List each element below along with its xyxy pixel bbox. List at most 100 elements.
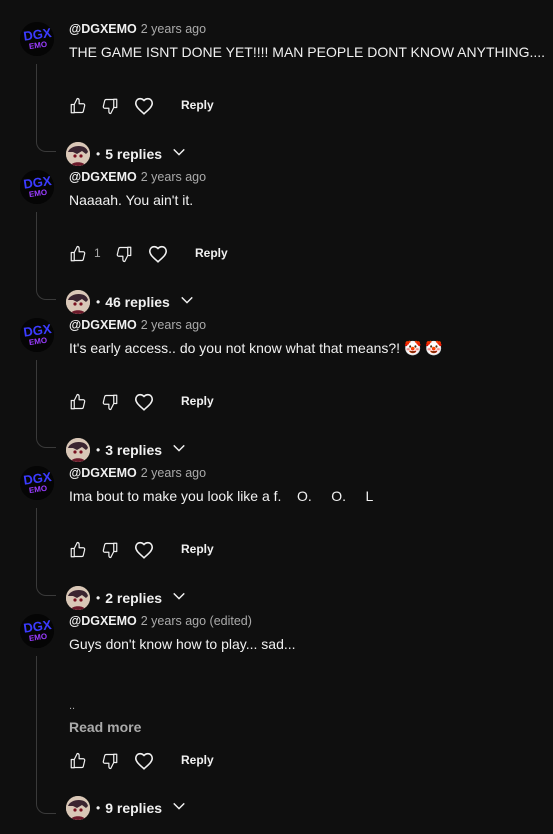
thumbs-down-icon (101, 752, 119, 770)
comment-thread: DGX EMO @DGXEMO 2 years ago It's early acces… (0, 318, 553, 466)
heart-button[interactable] (133, 392, 155, 412)
comment-thread: DGX EMO @DGXEMO 2 years ago Naaaah. You ain'… (0, 170, 553, 318)
thread-connector (36, 656, 56, 814)
author-name[interactable]: @DGXEMO (69, 614, 137, 628)
replies-toggle[interactable]: • 9 replies (66, 796, 188, 820)
reply-button[interactable]: Reply (181, 394, 214, 408)
thumbs-up-icon (69, 752, 87, 770)
replies-count: 2 replies (105, 590, 163, 606)
author-avatar[interactable]: DGX EMO (20, 318, 54, 352)
chevron-down-icon (170, 587, 188, 610)
author-avatar[interactable]: DGX EMO (20, 170, 54, 204)
heart-button[interactable] (133, 540, 155, 560)
heart-icon (147, 243, 169, 265)
thread-connector (36, 360, 56, 448)
replies-toggle[interactable]: • 3 replies (66, 438, 188, 462)
heart-button[interactable] (133, 751, 155, 771)
heart-icon (133, 539, 155, 561)
comment-header: @DGXEMO 2 years ago (edited) (69, 614, 252, 628)
heart-button[interactable] (147, 244, 169, 264)
comment-actions: 1 Reply (69, 244, 269, 264)
replies-count: 46 replies (105, 294, 170, 310)
chevron-down-icon (170, 143, 188, 166)
bullet-separator: • (96, 591, 101, 605)
dislike-button[interactable] (101, 96, 119, 116)
creator-avatar (66, 142, 90, 166)
comment-timestamp[interactable]: 2 years ago (141, 170, 206, 184)
like-button[interactable] (69, 751, 87, 771)
thread-connector (36, 64, 56, 152)
dislike-button[interactable] (101, 540, 119, 560)
comment-actions: Reply (69, 540, 269, 560)
like-button[interactable] (69, 540, 87, 560)
author-avatar[interactable]: DGX EMO (20, 22, 54, 56)
thumbs-up-icon (69, 541, 87, 559)
thread-connector (36, 212, 56, 300)
thumbs-down-icon (101, 541, 119, 559)
heart-button[interactable] (133, 96, 155, 116)
comment-text: It's early access.. do you not know what… (69, 340, 443, 356)
creator-avatar (66, 586, 90, 610)
reply-button[interactable]: Reply (181, 98, 214, 112)
comment-thread: DGX EMO @DGXEMO 2 years ago THE GAME ISNT DO… (0, 22, 553, 170)
like-button[interactable] (69, 392, 87, 412)
comment-header: @DGXEMO 2 years ago (69, 170, 206, 184)
replies-toggle[interactable]: • 2 replies (66, 586, 188, 610)
comment-actions: Reply (69, 392, 269, 412)
read-more-link[interactable]: Read more (69, 719, 141, 735)
author-avatar[interactable]: DGX EMO (20, 614, 54, 648)
reply-button[interactable]: Reply (181, 753, 214, 767)
bullet-separator: • (96, 295, 101, 309)
comment-timestamp[interactable]: 2 years ago (141, 318, 206, 332)
comment-timestamp[interactable]: 2 years ago (141, 22, 206, 36)
text-ellipsis: .. (69, 700, 76, 712)
replies-count: 5 replies (105, 146, 163, 162)
comment-header: @DGXEMO 2 years ago (69, 466, 206, 480)
comment-text: THE GAME ISNT DONE YET!!!! MAN PEOPLE DO… (69, 44, 546, 60)
chevron-down-icon (170, 439, 188, 462)
comment-thread: DGX EMO @DGXEMO 2 years ago Ima bout to make… (0, 466, 553, 614)
replies-toggle[interactable]: • 5 replies (66, 142, 188, 166)
comment-timestamp[interactable]: 2 years ago (141, 466, 206, 480)
comment-thread: DGX EMO @DGXEMO 2 years ago (edited) Guys do… (0, 614, 553, 820)
author-name[interactable]: @DGXEMO (69, 170, 137, 184)
comment-actions: Reply (69, 751, 269, 771)
replies-count: 3 replies (105, 442, 163, 458)
creator-avatar (66, 290, 90, 314)
author-name[interactable]: @DGXEMO (69, 22, 137, 36)
reply-button[interactable]: Reply (195, 246, 228, 260)
thumbs-up-icon (69, 245, 87, 263)
reply-button[interactable]: Reply (181, 542, 214, 556)
comment-timestamp[interactable]: 2 years ago (edited) (141, 614, 252, 628)
comment-actions: Reply (69, 96, 269, 116)
thumbs-down-icon (101, 97, 119, 115)
comment-text: Naaaah. You ain't it. (69, 192, 194, 208)
dislike-button[interactable] (115, 244, 133, 264)
heart-icon (133, 391, 155, 413)
comment-header: @DGXEMO 2 years ago (69, 318, 206, 332)
replies-toggle[interactable]: • 46 replies (66, 290, 196, 314)
like-button[interactable] (69, 244, 87, 264)
bullet-separator: • (96, 147, 101, 161)
author-name[interactable]: @DGXEMO (69, 466, 137, 480)
author-avatar[interactable]: DGX EMO (20, 466, 54, 500)
creator-avatar (66, 438, 90, 462)
comment-text: Ima bout to make you look like a f. O. O… (69, 488, 374, 504)
thread-connector (36, 508, 56, 596)
replies-count: 9 replies (105, 800, 163, 816)
like-count: 1 (94, 246, 101, 260)
heart-icon (133, 95, 155, 117)
author-name[interactable]: @DGXEMO (69, 318, 137, 332)
like-button[interactable] (69, 96, 87, 116)
bullet-separator: • (96, 801, 101, 815)
chevron-down-icon (170, 797, 188, 820)
thumbs-down-icon (101, 393, 119, 411)
chevron-down-icon (178, 291, 196, 314)
thumbs-down-icon (115, 245, 133, 263)
dislike-button[interactable] (101, 751, 119, 771)
heart-icon (133, 750, 155, 772)
thumbs-up-icon (69, 97, 87, 115)
comment-text: Guys don't know how to play... sad... (69, 636, 296, 652)
bullet-separator: • (96, 443, 101, 457)
dislike-button[interactable] (101, 392, 119, 412)
